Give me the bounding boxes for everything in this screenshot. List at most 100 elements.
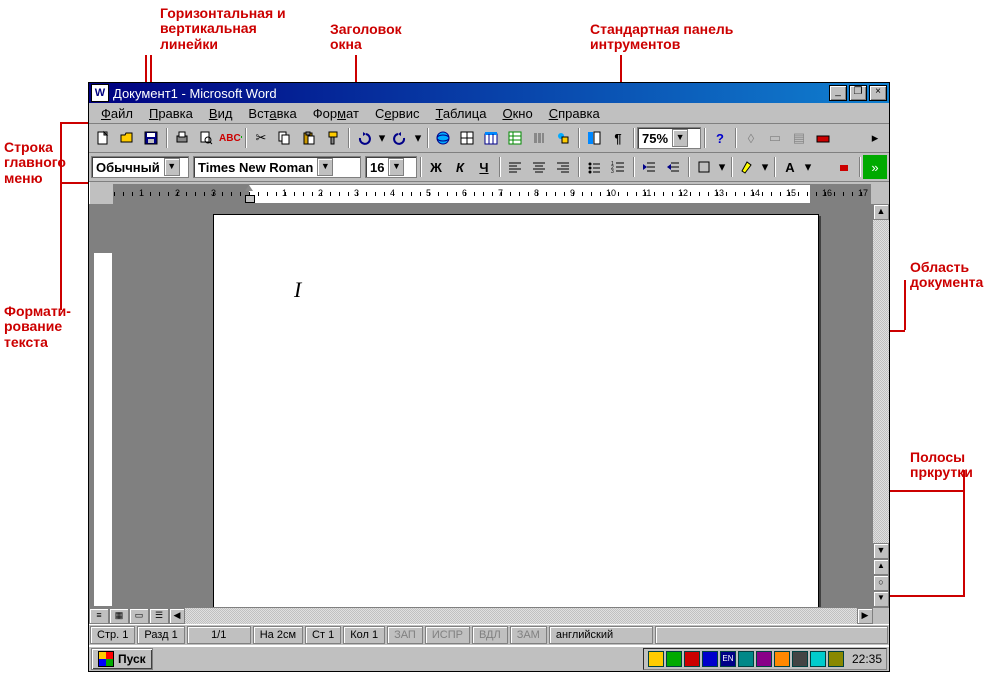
hyperlink-icon[interactable] bbox=[431, 126, 455, 150]
tray-icon[interactable] bbox=[684, 651, 700, 667]
start-button[interactable]: Пуск bbox=[91, 648, 153, 670]
print-icon[interactable] bbox=[170, 126, 194, 150]
paste-icon[interactable] bbox=[297, 126, 321, 150]
spellcheck-icon[interactable]: ABC bbox=[218, 126, 242, 150]
tray-icon[interactable] bbox=[774, 651, 790, 667]
dropdown-arrow-icon[interactable]: ▼ bbox=[672, 129, 688, 147]
menu-file[interactable]: Файл bbox=[93, 104, 141, 123]
status-rec[interactable]: ЗАП bbox=[387, 626, 423, 644]
format-painter-icon[interactable] bbox=[321, 126, 345, 150]
outdent-icon[interactable] bbox=[637, 155, 661, 179]
underline-button[interactable]: Ч bbox=[472, 155, 496, 179]
status-lang[interactable]: английский bbox=[549, 626, 653, 644]
menu-tools[interactable]: Сервис bbox=[367, 104, 428, 123]
taskbar-clock[interactable]: 22:35 bbox=[852, 652, 882, 666]
tray-icon[interactable] bbox=[810, 651, 826, 667]
preview-icon[interactable] bbox=[194, 126, 218, 150]
vertical-ruler[interactable] bbox=[93, 206, 113, 607]
zoom-combo[interactable]: 75%▼ bbox=[637, 127, 701, 149]
copy-icon[interactable] bbox=[273, 126, 297, 150]
scroll-left-button[interactable]: ◀ bbox=[169, 608, 185, 624]
insert-table-icon[interactable] bbox=[479, 126, 503, 150]
indent-icon[interactable] bbox=[661, 155, 685, 179]
menu-view[interactable]: Вид bbox=[201, 104, 241, 123]
tray-lang-icon[interactable]: EN bbox=[720, 651, 736, 667]
bold-button[interactable]: Ж bbox=[424, 155, 448, 179]
bullets-icon[interactable] bbox=[582, 155, 606, 179]
outline-view-button[interactable]: ☰ bbox=[149, 608, 169, 624]
horizontal-ruler[interactable]: 3211234567891011121314151617 bbox=[113, 184, 871, 204]
align-center-icon[interactable] bbox=[527, 155, 551, 179]
scroll-right-button[interactable]: ▶ bbox=[857, 608, 873, 624]
toolbar-overflow[interactable]: ▸ bbox=[863, 126, 887, 150]
highlight-dropdown[interactable]: ▾ bbox=[759, 155, 771, 179]
restore-button[interactable]: ❐ bbox=[849, 85, 867, 101]
redo-dropdown[interactable]: ▾ bbox=[412, 126, 424, 150]
web-view-button[interactable]: ▦ bbox=[109, 608, 129, 624]
insert-excel-icon[interactable] bbox=[503, 126, 527, 150]
browse-object-button[interactable]: ○ bbox=[873, 575, 889, 591]
scroll-track[interactable] bbox=[185, 608, 857, 624]
extra-4-icon[interactable] bbox=[811, 126, 835, 150]
normal-view-button[interactable]: ≡ bbox=[89, 608, 109, 624]
save-icon[interactable] bbox=[139, 126, 163, 150]
tool-extra-icon[interactable] bbox=[832, 155, 856, 179]
font-combo[interactable]: Times New Roman▼ bbox=[193, 156, 361, 178]
dropdown-arrow-icon[interactable]: ▼ bbox=[317, 158, 333, 176]
help-icon[interactable]: ? bbox=[708, 126, 732, 150]
next-page-button[interactable]: ▼ bbox=[873, 591, 889, 607]
document-viewport[interactable]: I bbox=[113, 204, 872, 607]
font-color-icon[interactable]: A bbox=[778, 155, 802, 179]
new-icon[interactable] bbox=[91, 126, 115, 150]
align-left-icon[interactable] bbox=[503, 155, 527, 179]
status-trk[interactable]: ИСПР bbox=[425, 626, 470, 644]
vertical-scrollbar[interactable]: ▲ ▼ ▲ ○ ▼ bbox=[872, 204, 889, 607]
tray-icon[interactable] bbox=[648, 651, 664, 667]
redo-icon[interactable] bbox=[388, 126, 412, 150]
undo-icon[interactable] bbox=[352, 126, 376, 150]
show-para-icon[interactable]: ¶ bbox=[606, 126, 630, 150]
document-page[interactable]: I bbox=[213, 214, 819, 607]
system-tray[interactable]: EN 22:35 bbox=[643, 648, 887, 670]
doc-map-icon[interactable] bbox=[582, 126, 606, 150]
italic-button[interactable]: К bbox=[448, 155, 472, 179]
undo-dropdown[interactable]: ▾ bbox=[376, 126, 388, 150]
tables-borders-icon[interactable] bbox=[455, 126, 479, 150]
scroll-down-button[interactable]: ▼ bbox=[873, 543, 889, 559]
borders-dropdown[interactable]: ▾ bbox=[716, 155, 728, 179]
extra-2-icon[interactable]: ▭ bbox=[763, 126, 787, 150]
numbering-icon[interactable]: 123 bbox=[606, 155, 630, 179]
menu-format[interactable]: Формат bbox=[305, 104, 367, 123]
menu-window[interactable]: Окно bbox=[494, 104, 540, 123]
menu-table[interactable]: Таблица bbox=[427, 104, 494, 123]
open-icon[interactable] bbox=[115, 126, 139, 150]
borders-icon[interactable] bbox=[692, 155, 716, 179]
print-view-button[interactable]: ▭ bbox=[129, 608, 149, 624]
align-right-icon[interactable] bbox=[551, 155, 575, 179]
menu-help[interactable]: Справка bbox=[541, 104, 608, 123]
status-ovr[interactable]: ЗАМ bbox=[510, 626, 547, 644]
close-button[interactable]: × bbox=[869, 85, 887, 101]
menu-insert[interactable]: Вставка bbox=[240, 104, 304, 123]
scroll-track[interactable] bbox=[873, 220, 889, 543]
extra-1-icon[interactable]: ◊ bbox=[739, 126, 763, 150]
tray-icon[interactable] bbox=[666, 651, 682, 667]
tray-icon[interactable] bbox=[792, 651, 808, 667]
tray-icon[interactable] bbox=[756, 651, 772, 667]
titlebar[interactable]: W Документ1 - Microsoft Word _ ❐ × bbox=[89, 83, 889, 103]
tray-icon[interactable] bbox=[828, 651, 844, 667]
menu-edit[interactable]: Правка bbox=[141, 104, 201, 123]
tray-icon[interactable] bbox=[738, 651, 754, 667]
cut-icon[interactable]: ✂ bbox=[249, 126, 273, 150]
extra-3-icon[interactable]: ▤ bbox=[787, 126, 811, 150]
dropdown-arrow-icon[interactable]: ▼ bbox=[164, 158, 180, 176]
toolbar-more-icon[interactable]: » bbox=[863, 155, 887, 179]
prev-page-button[interactable]: ▲ bbox=[873, 559, 889, 575]
minimize-button[interactable]: _ bbox=[829, 85, 847, 101]
columns-icon[interactable] bbox=[527, 126, 551, 150]
horizontal-scrollbar[interactable]: ◀ ▶ bbox=[169, 608, 873, 624]
status-ext[interactable]: ВДЛ bbox=[472, 626, 508, 644]
size-combo[interactable]: 16▼ bbox=[365, 156, 417, 178]
font-color-dropdown[interactable]: ▾ bbox=[802, 155, 814, 179]
highlight-icon[interactable] bbox=[735, 155, 759, 179]
